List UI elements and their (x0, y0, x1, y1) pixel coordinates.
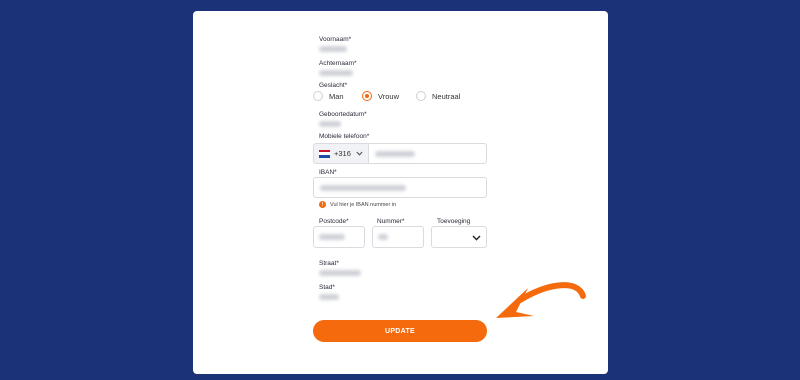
birthdate-label: Geboortedatum* (319, 111, 367, 118)
street-value (319, 270, 361, 276)
iban-hint: ! Vul hier je IBAN nummer in (319, 201, 396, 208)
postcode-label: Postcode* (319, 218, 349, 225)
phone-prefix-value: +316 (334, 149, 351, 158)
radio-circle-selected[interactable] (362, 91, 372, 101)
mobile-number-value (375, 151, 415, 157)
pointing-arrow-icon (496, 282, 586, 318)
postcode-input[interactable] (313, 226, 365, 248)
addition-select[interactable] (431, 226, 487, 248)
gender-option-neutraal[interactable]: Neutraal (416, 91, 460, 101)
street-label: Straat* (319, 260, 339, 267)
birthdate-value (319, 121, 341, 127)
radio-circle[interactable] (416, 91, 426, 101)
update-button[interactable]: UPDATE (313, 320, 487, 342)
phone-prefix-select[interactable]: +316 (313, 143, 368, 164)
gender-option-label: Vrouw (378, 91, 399, 101)
mobile-label: Mobiele telefoon* (319, 133, 370, 140)
postcode-value (319, 234, 345, 240)
mobile-number-input[interactable] (368, 143, 487, 164)
city-value (319, 294, 339, 300)
number-value (378, 234, 388, 240)
last-name-label: Achternaam* (319, 60, 357, 67)
last-name-value (319, 70, 353, 76)
number-input[interactable] (372, 226, 424, 248)
chevron-down-icon (472, 235, 481, 241)
iban-label: IBAN* (319, 169, 337, 176)
gender-option-label: Neutraal (432, 91, 461, 101)
city-label: Stad* (319, 284, 335, 291)
iban-hint-text: Vul hier je IBAN nummer in (330, 201, 397, 208)
chevron-down-icon (356, 151, 363, 156)
addition-label: Toevoeging (437, 218, 471, 225)
iban-input[interactable] (313, 177, 487, 198)
iban-value (320, 185, 406, 191)
gender-option-man[interactable]: Man (313, 91, 344, 101)
gender-option-vrouw[interactable]: Vrouw (362, 91, 399, 101)
gender-label: Geslacht* (319, 82, 348, 89)
first-name-value (319, 46, 347, 52)
first-name-label: Voornaam* (319, 36, 352, 43)
number-label: Nummer* (377, 218, 405, 225)
radio-circle[interactable] (313, 91, 323, 101)
exclamation-icon: ! (319, 201, 326, 208)
netherlands-flag-icon (319, 149, 330, 158)
gender-option-label: Man (329, 91, 344, 101)
